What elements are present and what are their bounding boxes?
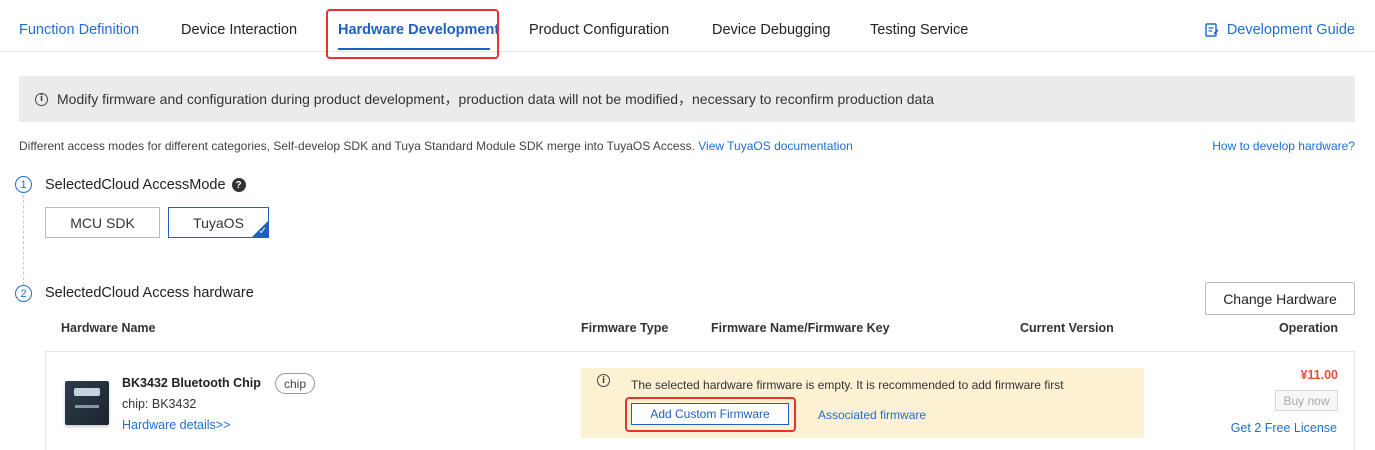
price-label: ¥11.00	[1300, 368, 1338, 382]
header-current-version: Current Version	[1020, 321, 1114, 335]
development-guide-link[interactable]: Development Guide	[1204, 22, 1355, 38]
access-mode-description: Different access modes for different cat…	[19, 139, 853, 153]
how-to-develop-link[interactable]: How to develop hardware?	[1212, 139, 1355, 153]
tuyaos-documentation-link[interactable]: View TuyaOS documentation	[698, 139, 853, 153]
free-license-link[interactable]: Get 2 Free License	[1231, 421, 1337, 435]
step-2-title-text: SelectedCloud Access hardware	[45, 285, 254, 301]
tab-function-definition[interactable]: Function Definition	[19, 22, 139, 38]
change-hardware-button[interactable]: Change Hardware	[1205, 282, 1355, 315]
hardware-chip-model: chip: BK3432	[122, 397, 197, 411]
step-1-title-text: SelectedCloud AccessMode	[45, 177, 226, 193]
hardware-details-link[interactable]: Hardware details>>	[122, 418, 230, 432]
step-connector-line	[23, 195, 24, 285]
checkmark-icon: ✓	[258, 226, 267, 237]
mode-tuyaos-button[interactable]: TuyaOS ✓	[168, 207, 269, 238]
step-2-title: SelectedCloud Access hardware	[45, 285, 254, 301]
step-2-number: 2	[15, 285, 32, 302]
notice-text: Modify firmware and configuration during…	[57, 91, 935, 107]
development-guide-label: Development Guide	[1226, 22, 1355, 38]
mode-tuyaos-label: TuyaOS	[193, 214, 244, 231]
description-text: Different access modes for different cat…	[19, 139, 699, 153]
header-hardware-name: Hardware Name	[61, 321, 156, 335]
chip-tag-badge: chip	[275, 373, 316, 394]
step-1-number: 1	[15, 176, 32, 193]
tab-device-interaction[interactable]: Device Interaction	[181, 22, 297, 38]
chip-image	[65, 381, 109, 425]
tab-device-debugging[interactable]: Device Debugging	[712, 22, 831, 38]
highlight-add-firmware	[625, 397, 796, 432]
tab-product-configuration[interactable]: Product Configuration	[529, 22, 669, 38]
firmware-warning-text: The selected hardware firmware is empty.…	[631, 378, 1064, 392]
tab-testing-service[interactable]: Testing Service	[870, 22, 968, 38]
header-firmware-name-key: Firmware Name/Firmware Key	[711, 321, 890, 335]
highlight-hardware-tab	[326, 9, 499, 59]
hardware-name: BK3432 Bluetooth Chip	[122, 376, 261, 390]
info-icon: i	[35, 92, 48, 106]
guide-icon	[1205, 23, 1219, 37]
warning-info-icon: i	[597, 374, 610, 387]
step-1-title: SelectedCloud AccessMode ?	[45, 177, 246, 193]
associated-firmware-link[interactable]: Associated firmware	[818, 408, 926, 422]
notice-banner: i Modify firmware and configuration duri…	[19, 76, 1355, 122]
top-tab-bar: Function Definition Device Interaction H…	[0, 0, 1375, 52]
help-icon[interactable]: ?	[231, 178, 246, 192]
header-firmware-type: Firmware Type	[581, 321, 669, 335]
header-operation: Operation	[1278, 321, 1338, 335]
buy-now-button[interactable]: Buy now	[1275, 390, 1338, 411]
mode-mcu-sdk-button[interactable]: MCU SDK	[45, 207, 160, 238]
